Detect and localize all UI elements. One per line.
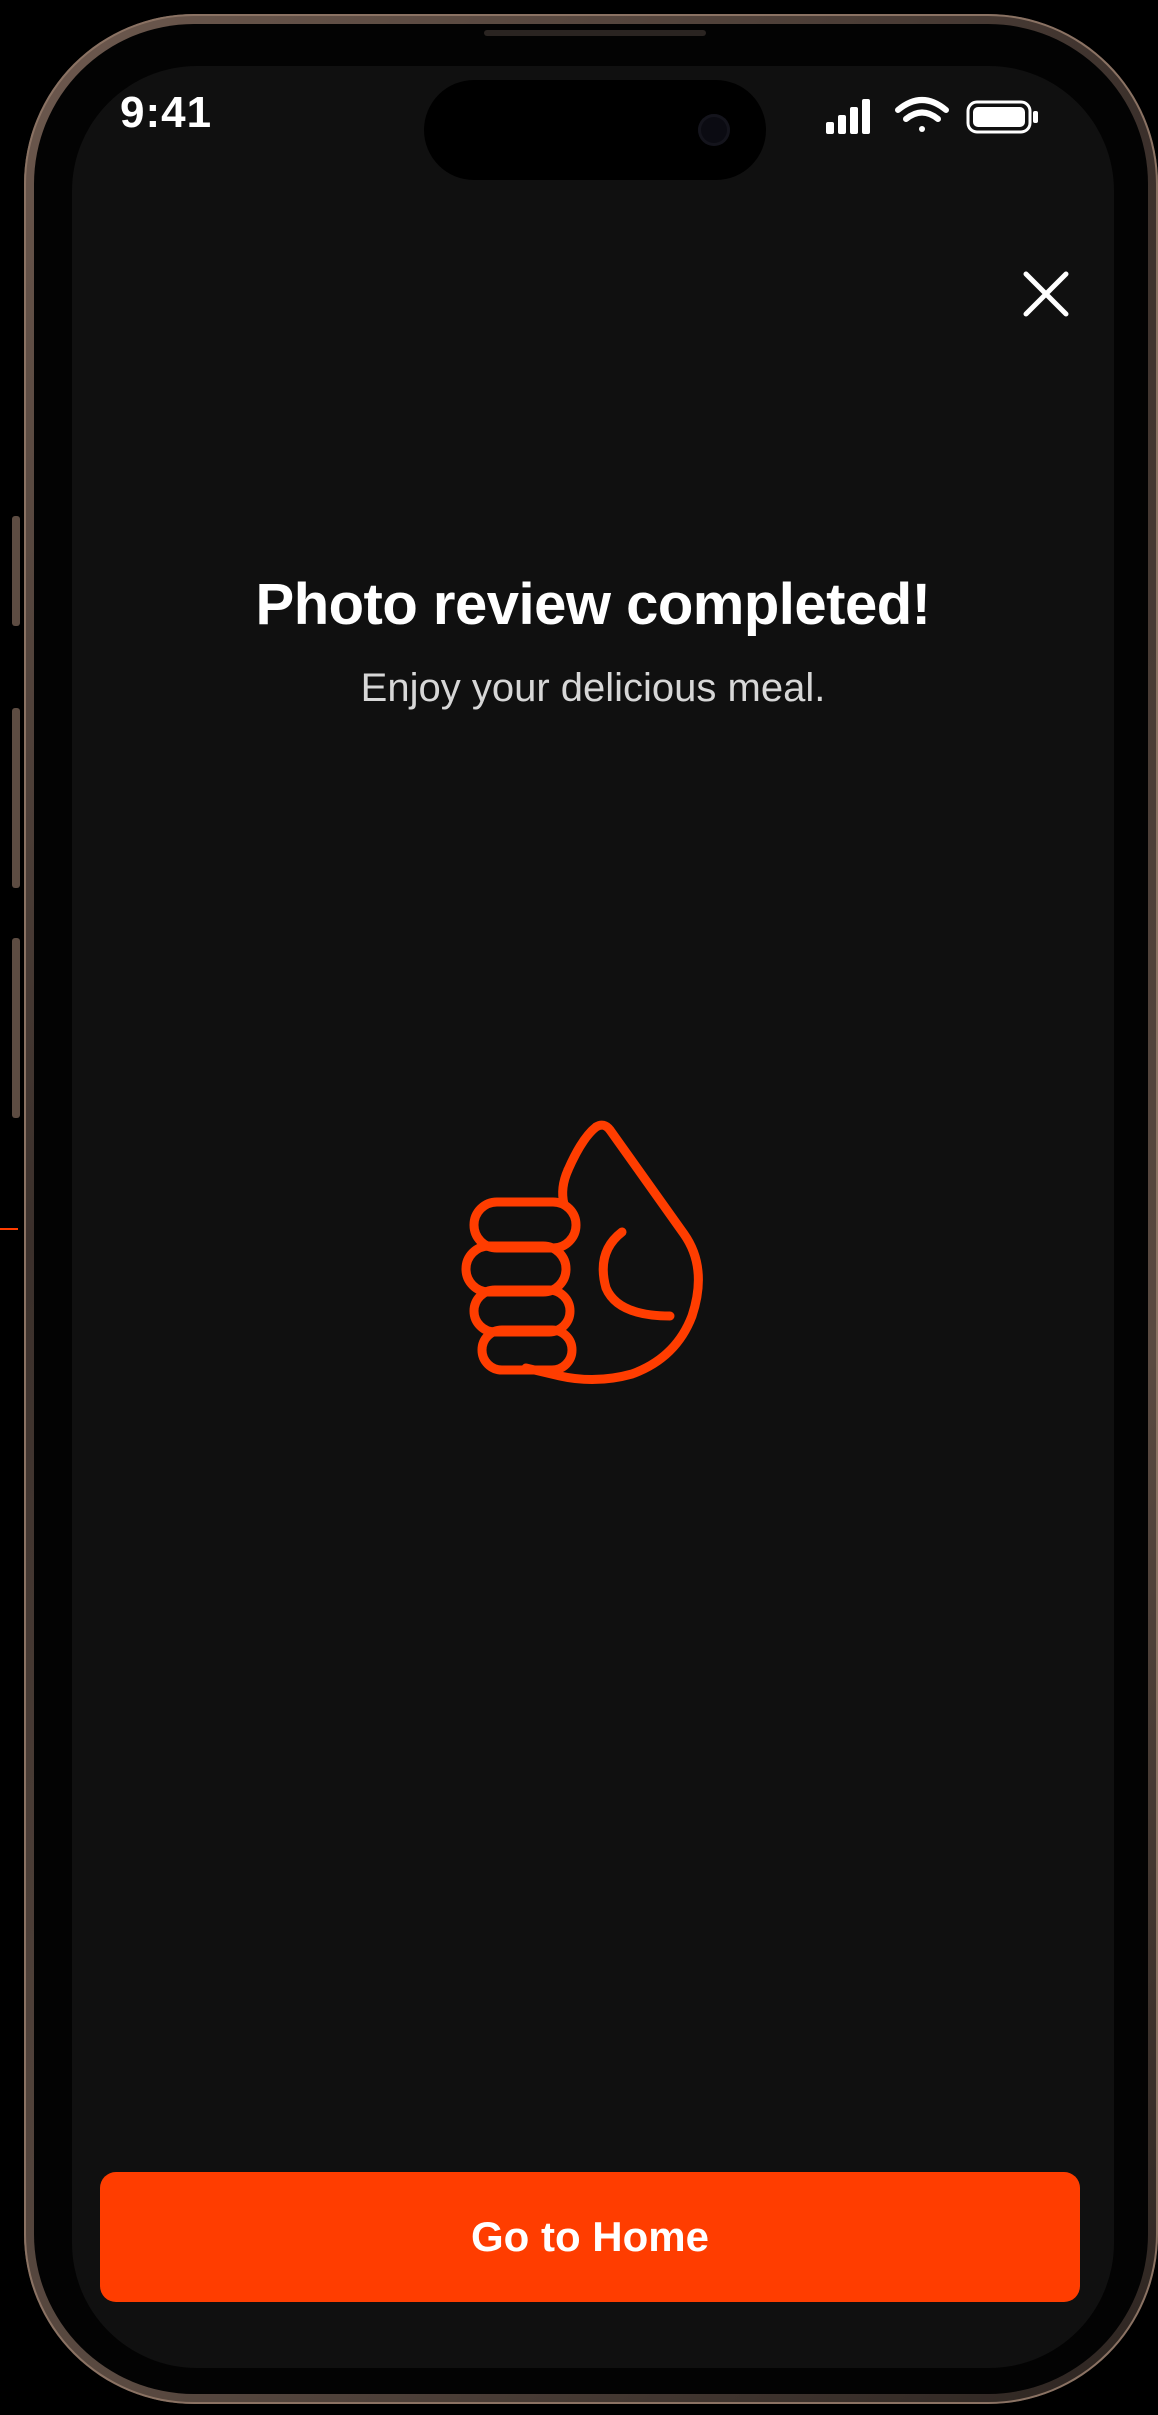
edge-marker xyxy=(0,1228,18,1230)
thumbs-up-icon xyxy=(461,1120,703,1385)
status-time: 9:41 xyxy=(120,88,213,137)
go-to-home-button[interactable]: Go to Home xyxy=(100,2172,1080,2302)
wifi-icon xyxy=(895,97,949,132)
volume-up-button xyxy=(12,708,20,888)
close-icon[interactable] xyxy=(1018,266,1074,322)
page-title: Photo review completed! xyxy=(255,572,931,637)
status-icons xyxy=(826,97,1038,134)
volume-down-button xyxy=(12,938,20,1118)
page-subtitle: Enjoy your delicious meal. xyxy=(360,666,826,710)
mute-switch xyxy=(12,516,20,626)
signal-icon xyxy=(826,99,870,134)
speaker-grille xyxy=(484,30,706,36)
battery-icon xyxy=(966,100,1038,134)
camera-icon xyxy=(698,114,730,146)
